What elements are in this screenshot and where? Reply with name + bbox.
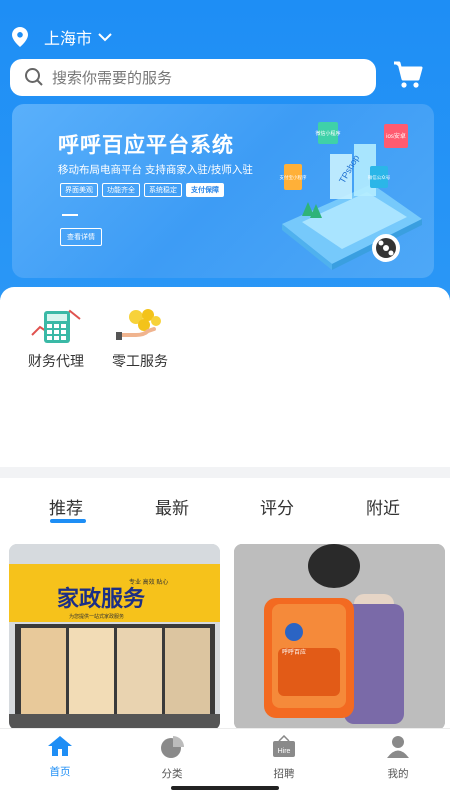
card-housekeeping[interactable]: 专业 高效 贴心 家政服务 为您提供一站式家政服务 [9,544,220,730]
badge-text: 微信小程序 [315,130,340,137]
backpack-text: 呼呼百应 [282,648,306,656]
services-section: 财务代理 零工服务 [0,287,450,467]
banner-tags: 界面美观 功能齐全 系统稳定 支付保障 [60,183,224,197]
nav-profile[interactable]: 我的 [368,735,428,781]
banner-divider [62,214,78,216]
badge-text: 微信公众号 [368,174,391,181]
service-label: 财务代理 [28,353,84,369]
search-icon [25,68,43,86]
svg-text:Hire: Hire [278,748,291,755]
chevron-down-icon [98,33,112,42]
banner-tag: 界面美观 [60,183,98,197]
card-courier[interactable]: 呼呼百应 [234,544,445,730]
tab-recommended[interactable]: 推荐 [49,494,83,519]
search-placeholder: 搜索你需要的服务 [52,69,173,87]
nav-home[interactable]: 首页 [30,735,90,779]
service-finance-agent[interactable]: 财务代理 [16,305,96,371]
tab-latest[interactable]: 最新 [155,494,189,519]
nav-category[interactable]: 分类 [142,735,202,781]
pie-chart-icon [161,736,184,758]
user-icon [387,736,409,758]
tab-bar: 推荐 最新 评分 附近 [0,478,450,538]
nav-label: 首页 [49,766,71,778]
city-label: 上海市 [44,31,93,48]
tab-rating[interactable]: 评分 [260,494,294,519]
nav-label: 招聘 [273,768,295,780]
storefront-image: 专业 高效 贴心 家政服务 为您提供一站式家政服务 [9,544,220,730]
nav-label: 我的 [387,768,409,780]
coins-hand-icon [116,309,161,340]
backpack-person-image: 呼呼百应 [234,544,445,730]
banner-tag: 系统稳定 [144,183,182,197]
home-indicator [171,786,279,790]
nav-recruit[interactable]: Hire 招聘 [254,734,314,781]
calculator-icon [31,309,81,343]
promo-banner[interactable]: 呼呼百应平台系统 移动布局电商平台 支持商家入驻/技师入驻 界面美观 功能齐全 … [12,104,434,278]
banner-detail-button[interactable]: 查看详情 [60,228,102,246]
banner-tag: 支付保障 [186,183,224,197]
banner-subtitle: 移动布局电商平台 支持商家入驻/技师入驻 [58,164,253,176]
hire-sign-icon: Hire [273,734,295,757]
nav-label: 分类 [161,768,183,780]
banner-tag: 功能齐全 [102,183,140,197]
location-selector[interactable]: 上海市 [12,24,112,50]
active-tab-indicator [50,519,86,523]
service-cards: 专业 高效 贴心 家政服务 为您提供一站式家政服务 呼呼百应 [0,538,450,730]
phone-illustration: TPshop 微信小程序 ios安卓 支付宝小程序 微信公众号 [280,122,422,270]
badge-text: 支付宝小程序 [280,174,307,181]
banner-title: 呼呼百应平台系统 [58,134,234,157]
location-pin-icon [12,27,28,47]
shop-slogan: 为您提供一站式家政服务 [69,613,124,620]
service-gig-work[interactable]: 零工服务 [100,305,180,371]
shop-small-text: 专业 高效 贴心 [129,578,168,586]
home-icon [48,736,72,756]
shop-sign: 家政服务 [57,586,146,612]
service-label: 零工服务 [112,353,168,369]
badge-text: ios安卓 [386,132,406,140]
tab-nearby[interactable]: 附近 [366,494,400,519]
cart-icon[interactable] [392,60,424,90]
search-input[interactable]: 搜索你需要的服务 [10,58,376,96]
